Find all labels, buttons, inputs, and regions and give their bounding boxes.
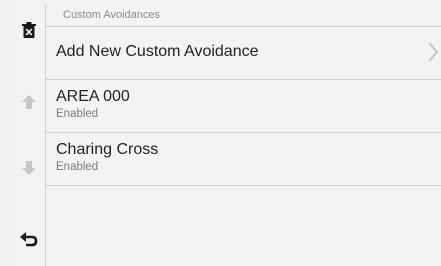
list-item[interactable]: Charing Cross Enabled (46, 133, 441, 186)
custom-avoidances-screen: Custom Avoidances Add New Custom Avoidan… (0, 0, 441, 266)
header: Custom Avoidances (46, 4, 441, 27)
chevron-right-icon (427, 41, 439, 68)
list-item-add-new[interactable]: Add New Custom Avoidance (46, 27, 441, 80)
arrow-down-icon (20, 159, 38, 177)
main-panel: Custom Avoidances Add New Custom Avoidan… (46, 4, 441, 266)
page-title: Custom Avoidances (63, 9, 161, 21)
scroll-down-button[interactable] (13, 150, 45, 186)
sidebar (13, 4, 46, 266)
list-item-status: Enabled (56, 161, 99, 173)
list-item[interactable]: AREA 000 Enabled (46, 80, 441, 133)
list-item-title: AREA 000 (56, 88, 130, 105)
list-item-title: Charing Cross (56, 141, 159, 158)
back-icon (19, 231, 39, 249)
trash-icon (21, 21, 37, 39)
delete-button[interactable] (13, 12, 45, 48)
list-item-title: Add New Custom Avoidance (56, 43, 259, 60)
list-item-status: Enabled (56, 108, 99, 120)
arrow-up-icon (20, 93, 38, 111)
back-button[interactable] (13, 222, 45, 258)
scroll-up-button[interactable] (13, 84, 45, 120)
